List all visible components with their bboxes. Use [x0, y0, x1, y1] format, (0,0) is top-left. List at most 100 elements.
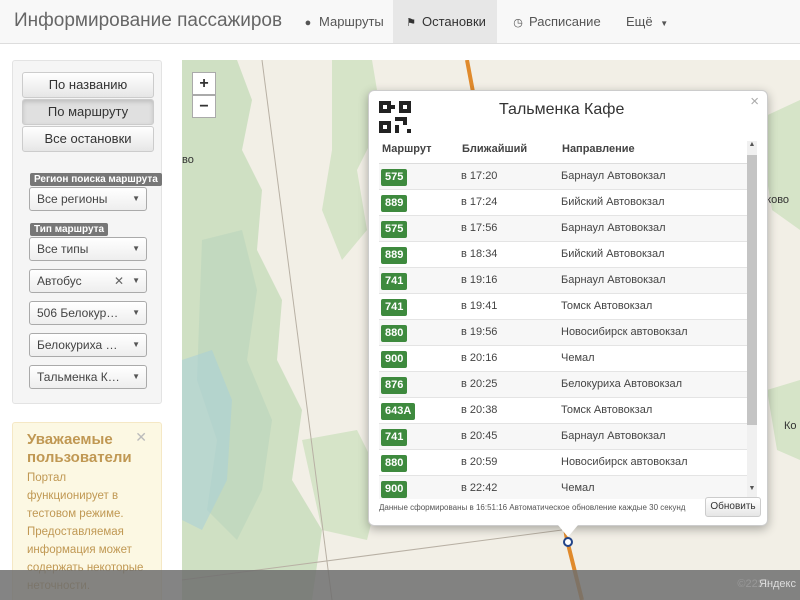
route-type-select[interactable]: Все типы ▼: [29, 237, 147, 261]
table-row[interactable]: 900 в 20:16 Чемал: [379, 346, 753, 372]
route-select-value: 506 Белокур…: [37, 306, 119, 320]
route-badge[interactable]: 900: [381, 481, 408, 498]
clock-icon: ◷: [513, 17, 523, 29]
route-badge[interactable]: 900: [381, 351, 408, 368]
route-badge[interactable]: 880: [381, 325, 408, 342]
departure-time: в 19:56: [461, 326, 498, 338]
direction-select[interactable]: Белокуриха … ▼: [29, 333, 147, 357]
popup-pointer: [558, 525, 578, 537]
chevron-down-icon: ▼: [132, 194, 140, 203]
column-header-nearest: Ближайший: [462, 143, 528, 155]
departure-time: в 17:20: [461, 170, 498, 182]
map-place-label: во: [182, 154, 194, 166]
chevron-down-icon: ▼: [132, 372, 140, 381]
chevron-down-icon: ▼: [132, 276, 140, 285]
table-row[interactable]: 900 в 22:42 Чемал: [379, 476, 753, 499]
route-badge[interactable]: 741: [381, 429, 408, 446]
notice-title: Уважаемые пользователи: [27, 431, 132, 466]
nav-more[interactable]: Ещё ▼: [614, 0, 680, 43]
table-scrollbar[interactable]: ▲ ▼: [747, 141, 757, 497]
search-by-route-button[interactable]: По маршруту: [22, 99, 154, 125]
direction-text: Барнаул Автовокзал: [561, 222, 666, 234]
route-badge[interactable]: 876: [381, 377, 408, 394]
search-by-name-button[interactable]: По названию: [22, 72, 154, 98]
route-badge[interactable]: 575: [381, 169, 408, 186]
region-label: Регион поиска маршрута: [30, 173, 162, 186]
departure-time: в 18:34: [461, 248, 498, 260]
caret-down-icon: ▼: [660, 19, 669, 28]
table-row[interactable]: 741 в 20:45 Барнаул Автовокзал: [379, 424, 753, 450]
nav-routes-label: Маршруты: [319, 14, 384, 29]
route-select[interactable]: 506 Белокур… ▼: [29, 301, 147, 325]
chevron-down-icon: ▼: [132, 340, 140, 349]
region-select-value: Все регионы: [37, 192, 108, 206]
route-type-select-value: Все типы: [37, 242, 89, 256]
transport-select-value: Автобус: [37, 274, 82, 288]
table-row[interactable]: 889 в 18:34 Бийский Автовокзал: [379, 242, 753, 268]
top-navbar: Информирование пассажиров ● Маршруты ⚑ Ост…: [0, 0, 800, 44]
data-timestamp-text: Данные сформированы в 16:51:16 Автоматич…: [379, 503, 686, 512]
stop-select[interactable]: Тальменка К… ▼: [29, 365, 147, 389]
direction-text: Бийский Автовокзал: [561, 196, 665, 208]
route-badge[interactable]: 575: [381, 221, 408, 238]
table-row[interactable]: 741 в 19:41 Томск Автовокзал: [379, 294, 753, 320]
departure-time: в 20:16: [461, 352, 498, 364]
table-row[interactable]: 876 в 20:25 Белокуриха Автовокзал: [379, 372, 753, 398]
direction-text: Новосибирск автовокзал: [561, 456, 688, 468]
departure-time: в 17:24: [461, 196, 498, 208]
direction-select-value: Белокуриха …: [37, 338, 118, 352]
refresh-button[interactable]: Обновить: [705, 497, 761, 517]
table-row[interactable]: 741 в 19:16 Барнаул Автовокзал: [379, 268, 753, 294]
qr-code-icon: [379, 101, 411, 133]
transport-select[interactable]: Автобус ✕ ▼: [29, 269, 147, 293]
route-badge[interactable]: 880: [381, 455, 408, 472]
table-row[interactable]: 575 в 17:56 Барнаул Автовокзал: [379, 216, 753, 242]
departure-time: в 22:42: [461, 482, 498, 494]
map-footer-bar: ©2222 Яндекс: [0, 570, 800, 600]
nav-stops[interactable]: ⚑ Остановки: [393, 0, 497, 43]
column-header-route: Маршрут: [382, 143, 432, 155]
departure-time: в 20:25: [461, 378, 498, 390]
scroll-up-icon[interactable]: ▲: [747, 141, 757, 148]
flag-icon: ⚑: [406, 17, 416, 29]
map-copyright: Яндекс: [759, 578, 796, 590]
app-title[interactable]: Информирование пассажиров: [14, 10, 282, 32]
clear-icon[interactable]: ✕: [114, 270, 124, 292]
search-panel: По названию По маршруту Все остановки Ре…: [12, 60, 162, 404]
departure-time: в 20:59: [461, 456, 498, 468]
departure-time: в 17:56: [461, 222, 498, 234]
table-row[interactable]: 880 в 19:56 Новосибирск автовокзал: [379, 320, 753, 346]
chevron-down-icon: ▼: [132, 244, 140, 253]
nav-routes[interactable]: ● Маршруты: [290, 0, 396, 43]
scroll-down-icon[interactable]: ▼: [747, 485, 757, 492]
departure-time: в 20:45: [461, 430, 498, 442]
map-place-label: Ко: [784, 420, 797, 432]
departure-time: в 20:38: [461, 404, 498, 416]
scroll-thumb[interactable]: [747, 155, 757, 425]
all-stops-button[interactable]: Все остановки: [22, 126, 154, 152]
close-icon[interactable]: ×: [750, 93, 759, 110]
direction-text: Бийский Автовокзал: [561, 248, 665, 260]
direction-text: Белокуриха Автовокзал: [561, 378, 683, 390]
stop-info-popup: Тальменка Кафе × Маршрут Ближайший Напра…: [368, 90, 768, 526]
route-badge[interactable]: 643А: [381, 403, 416, 420]
table-row[interactable]: 889 в 17:24 Бийский Автовокзал: [379, 190, 753, 216]
route-badge[interactable]: 741: [381, 299, 408, 316]
zoom-in-button[interactable]: +: [192, 72, 216, 95]
nav-schedule[interactable]: ◷ Расписание: [500, 0, 613, 43]
direction-text: Томск Автовокзал: [561, 404, 653, 416]
direction-text: Чемал: [561, 482, 595, 494]
table-row[interactable]: 643А в 20:38 Томск Автовокзал: [379, 398, 753, 424]
route-badge[interactable]: 741: [381, 273, 408, 290]
column-header-direction: Направление: [562, 143, 635, 155]
table-row[interactable]: 880 в 20:59 Новосибирск автовокзал: [379, 450, 753, 476]
nav-more-label: Ещё: [626, 14, 653, 29]
route-badge[interactable]: 889: [381, 247, 408, 264]
zoom-out-button[interactable]: −: [192, 95, 216, 118]
table-row[interactable]: 575 в 17:20 Барнаул Автовокзал: [379, 164, 753, 190]
route-badge[interactable]: 889: [381, 195, 408, 212]
route-type-label: Тип маршрута: [30, 223, 109, 236]
close-icon[interactable]: ✕: [135, 429, 147, 446]
direction-text: Барнаул Автовокзал: [561, 274, 666, 286]
region-select[interactable]: Все регионы ▼: [29, 187, 147, 211]
